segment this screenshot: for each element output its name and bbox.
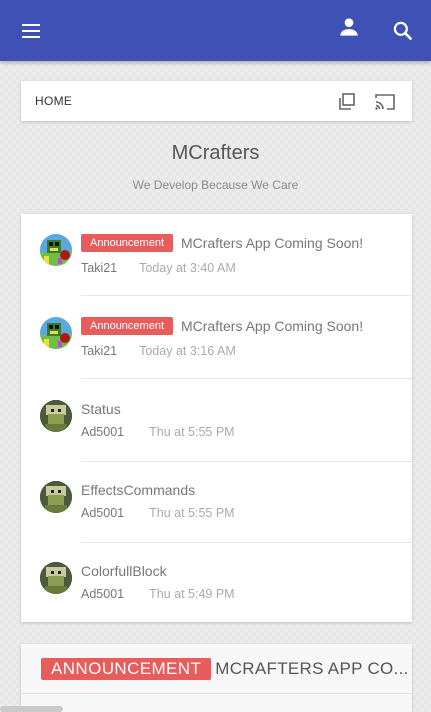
- thread-author[interactable]: Taki21: [81, 261, 117, 275]
- search-icon[interactable]: [390, 18, 416, 44]
- site-title: MCrafters: [171, 142, 260, 164]
- thread-item[interactable]: EffectsCommands Ad5001 Thu at 5:55 PM: [21, 461, 412, 543]
- cast-icon[interactable]: [373, 91, 397, 113]
- avatar: [40, 481, 72, 513]
- thread-item[interactable]: Status Ad5001 Thu at 5:55 PM: [21, 380, 412, 462]
- copy-icon[interactable]: [336, 91, 358, 113]
- thread-title[interactable]: MCrafters App Coming Soon!: [181, 318, 363, 334]
- thread-title[interactable]: Status: [81, 401, 121, 417]
- thread-title[interactable]: MCrafters App Coming Soon!: [181, 235, 363, 251]
- divider: [21, 693, 412, 694]
- thread-item[interactable]: Announcement MCrafters App Coming Soon! T…: [21, 214, 412, 296]
- site-tagline: We Develop Because We Care: [132, 178, 299, 192]
- scrollbar-thumb[interactable]: [0, 706, 63, 712]
- divider: [81, 378, 412, 379]
- avatar: [40, 562, 72, 594]
- featured-announcement-card[interactable]: ANNOUNCEMENT MCRAFTERS APP CO...: [21, 644, 412, 712]
- app-bar: [0, 0, 431, 61]
- thread-title[interactable]: EffectsCommands: [81, 482, 195, 498]
- thread-item[interactable]: Announcement MCrafters App Coming Soon! T…: [21, 297, 412, 379]
- thread-author[interactable]: Ad5001: [81, 587, 124, 601]
- announcement-badge: ANNOUNCEMENT: [41, 658, 212, 680]
- thread-time: Thu at 5:49 PM: [149, 587, 235, 601]
- featured-title[interactable]: MCRAFTERS APP CO...: [215, 659, 408, 678]
- thread-author[interactable]: Ad5001: [81, 506, 124, 520]
- user-icon[interactable]: [336, 14, 362, 40]
- thread-list: Announcement MCrafters App Coming Soon! T…: [21, 214, 412, 622]
- avatar: [40, 400, 72, 432]
- thread-time: Today at 3:16 AM: [139, 344, 236, 358]
- breadcrumb-home[interactable]: HOME: [35, 94, 72, 108]
- thread-time: Today at 3:40 AM: [139, 261, 236, 275]
- breadcrumb: HOME: [21, 81, 412, 121]
- thread-author[interactable]: Ad5001: [81, 425, 124, 439]
- announcement-badge: Announcement: [81, 317, 173, 335]
- announcement-badge: Announcement: [81, 234, 173, 252]
- avatar: [40, 317, 72, 349]
- thread-item[interactable]: ColorfullBlock Ad5001 Thu at 5:49 PM: [21, 542, 412, 624]
- hamburger-menu-icon[interactable]: [14, 17, 48, 45]
- thread-author[interactable]: Taki21: [81, 344, 117, 358]
- divider: [81, 295, 412, 296]
- thread-title[interactable]: ColorfullBlock: [81, 563, 167, 579]
- avatar: [40, 234, 72, 266]
- thread-time: Thu at 5:55 PM: [149, 425, 235, 439]
- thread-time: Thu at 5:55 PM: [149, 506, 235, 520]
